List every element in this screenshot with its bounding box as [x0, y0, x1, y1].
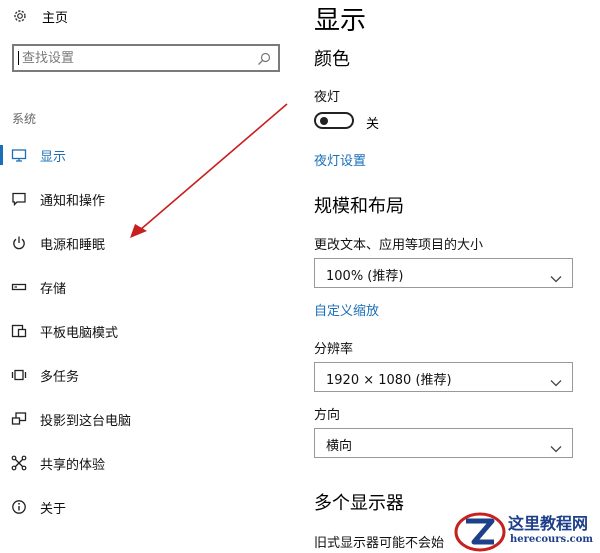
- color-heading: 颜色: [314, 49, 350, 70]
- watermark-subtitle: herecours.com: [510, 534, 594, 545]
- night-light-settings-link[interactable]: 夜灯设置: [314, 150, 366, 169]
- scale-value: 100% (推荐): [326, 269, 404, 284]
- watermark-title: 这里教程网: [508, 514, 589, 533]
- orientation-label: 方向: [314, 408, 341, 423]
- scale-layout-heading: 规模和布局: [314, 196, 404, 217]
- chevron-down-icon: [550, 372, 562, 387]
- toggle-knob: [320, 116, 328, 125]
- orientation-value: 横向: [326, 439, 353, 454]
- chevron-down-icon: [550, 268, 562, 283]
- z-logo-icon: [454, 512, 506, 552]
- night-light-toggle[interactable]: [314, 112, 354, 129]
- custom-scaling-link[interactable]: 自定义缩放: [314, 300, 379, 319]
- multiple-displays-heading: 多个显示器: [314, 493, 404, 514]
- resolution-value: 1920 × 1080 (推荐): [326, 373, 452, 388]
- resolution-label: 分辨率: [314, 342, 354, 357]
- night-light-state: 关: [366, 117, 380, 132]
- page-title: 显示: [314, 6, 367, 36]
- chevron-down-icon: [550, 438, 562, 453]
- scale-dropdown[interactable]: 100% (推荐): [314, 258, 573, 288]
- text-size-label: 更改文本、应用等项目的大小: [314, 238, 484, 253]
- multiple-displays-text: 旧式显示器可能不会始: [314, 536, 445, 551]
- orientation-dropdown[interactable]: 横向: [314, 428, 573, 458]
- resolution-dropdown[interactable]: 1920 × 1080 (推荐): [314, 362, 573, 392]
- night-light-label: 夜灯: [314, 90, 341, 105]
- site-watermark: 这里教程网 herecours.com: [452, 508, 600, 553]
